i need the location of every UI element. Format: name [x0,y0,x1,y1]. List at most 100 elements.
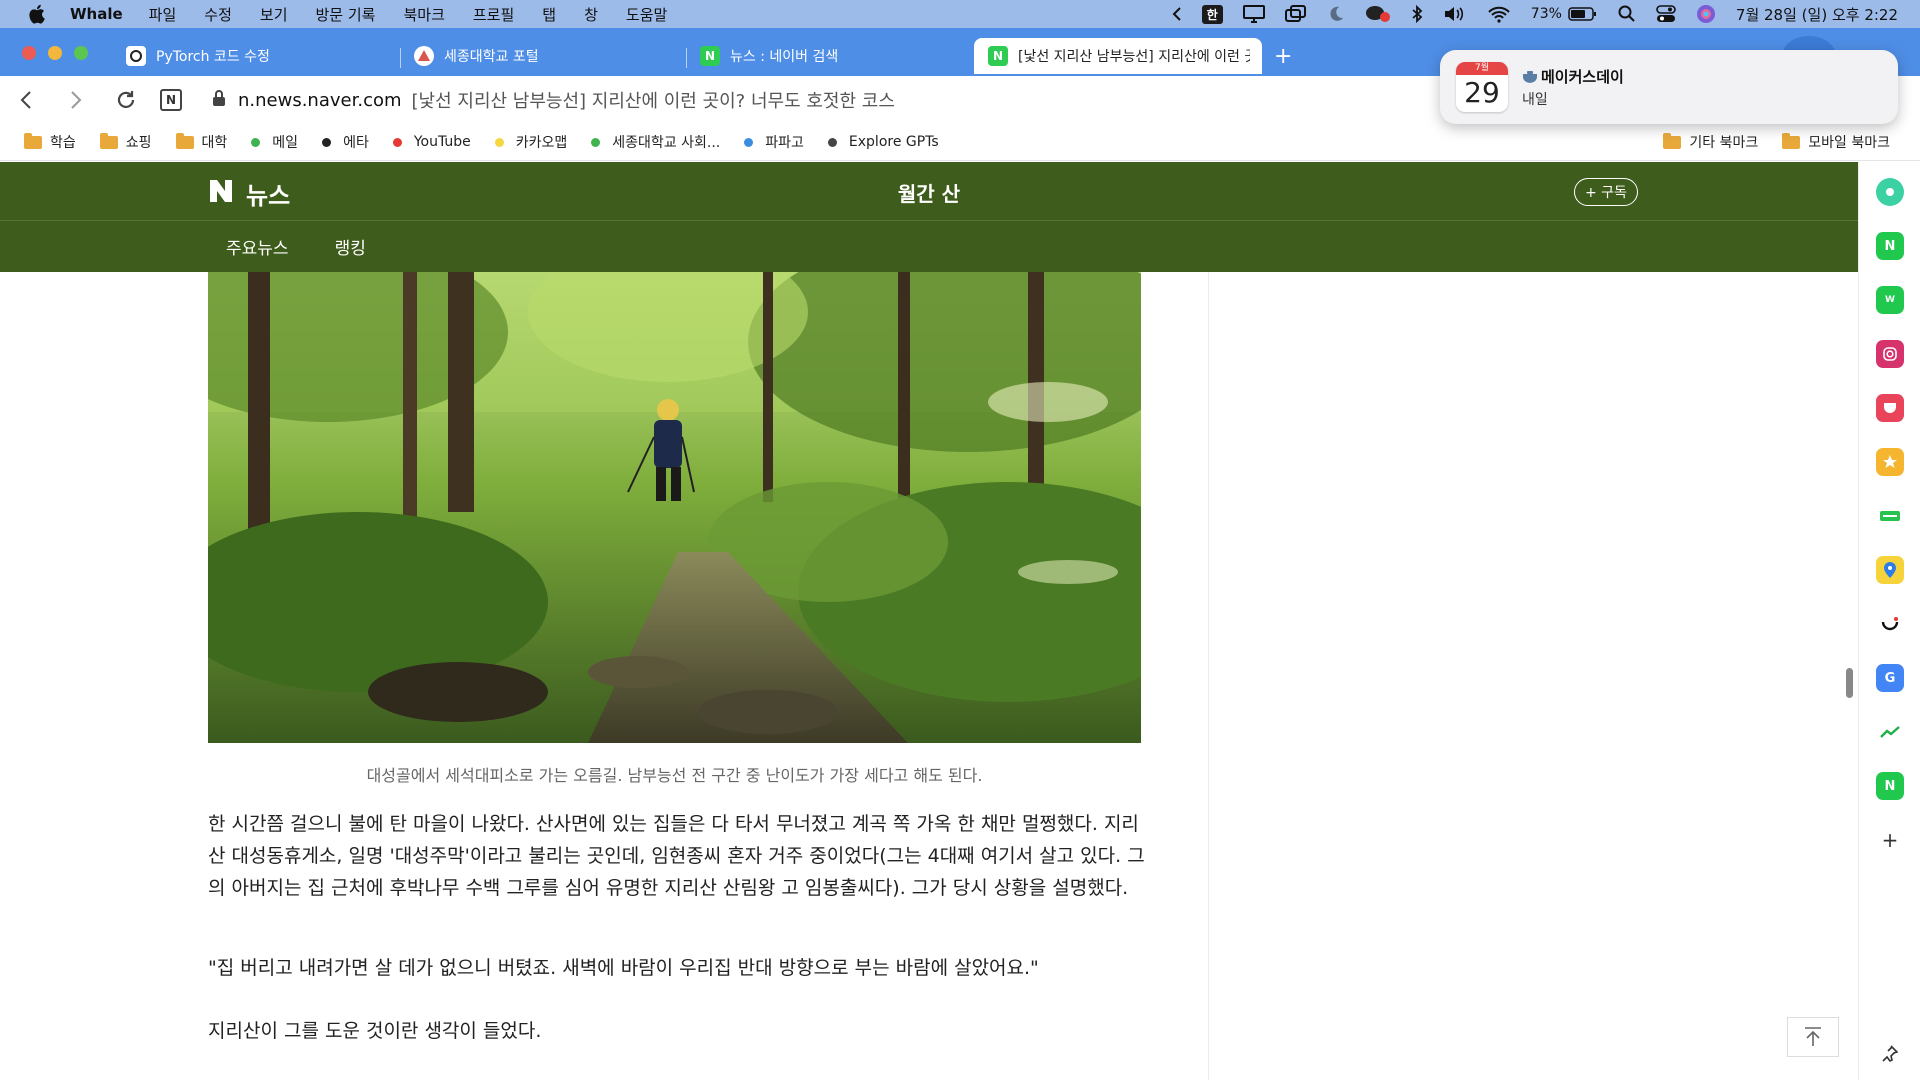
forward-button[interactable] [64,88,88,112]
menu-edit[interactable]: 수정 [204,4,232,25]
menu-bar: Whale 파일 수정 보기 방문 기록 북마크 프로필 탭 창 도움말 한 7… [0,0,1920,28]
pocket-icon[interactable] [1876,394,1904,422]
notification-title: 메이커스데이 [1522,66,1624,87]
bookmark-label: 기타 북마크 [1689,135,1759,151]
stock-chart-icon[interactable] [1876,718,1904,746]
naver-sidebar-icon[interactable]: N [1876,232,1904,260]
bookmark-label: 파파고 [765,135,804,151]
tab-naver-search[interactable]: N 뉴스 : 네이버 검색 [686,38,974,74]
app-name-menu[interactable]: Whale [70,5,123,23]
bookmark-shopping[interactable]: 쇼핑 [99,132,152,152]
bookmark-explore-gpts[interactable]: Explore GPTs [827,134,939,150]
folder-icon [24,132,42,149]
volume-icon[interactable] [1443,5,1467,23]
siri-icon[interactable] [1696,4,1716,24]
page-scrollbar[interactable] [1846,668,1853,698]
bookmark-papago[interactable]: 파파고 [744,132,804,152]
whale-sidebar: N W G N + [1858,162,1920,1080]
map-pin-icon[interactable] [1876,556,1904,584]
pin-icon[interactable] [1876,1040,1904,1068]
reload-button[interactable] [114,88,138,112]
bookmark-sejong-social[interactable]: 세종대학교 사회... [591,132,720,152]
zoom-window-button[interactable] [74,46,88,60]
kakaomap-favicon-icon [494,137,504,147]
windows-icon[interactable] [1284,5,1307,23]
subnav-main-news[interactable]: 주요뉴스 [226,234,289,259]
tab-pytorch[interactable]: PyTorch 코드 수정 [112,38,400,74]
control-center-icon[interactable] [1656,5,1676,23]
menu-bookmarks[interactable]: 북마크 [403,4,444,25]
bookmark-other[interactable]: 기타 북마크 [1663,132,1758,152]
arrow-up-icon [1805,1027,1821,1046]
site-subnav: 주요뉴스 랭킹 [226,234,412,259]
chat-notification-icon[interactable] [1365,4,1391,24]
webtoon-icon[interactable]: W [1876,286,1904,314]
menubar-clock[interactable]: 7월 28일 (일) 오후 2:22 [1736,4,1898,25]
article-quote: "집 버리고 내려가면 살 데가 없으니 버텼죠. 새벽에 바람이 우리집 반대… [208,957,1039,979]
photo-caption: 대성골에서 세석대피소로 가는 오름길. 남부능선 전 구간 중 난이도가 가장… [366,766,983,785]
url-page-title: [낯선 지리산 남부능선] 지리산에 이런 곳이? 너무도 호젓한 코스 [411,91,895,112]
bookmark-mobile[interactable]: 모바일 북마크 [1782,132,1890,152]
bookmark-label: Explore GPTs [848,134,939,150]
bookmark-everytime[interactable]: 에타 [322,132,369,152]
wifi-icon[interactable] [1487,5,1511,23]
bookmark-university[interactable]: 대학 [175,132,227,152]
search-icon[interactable] [1618,5,1636,23]
menu-profile[interactable]: 프로필 [473,4,514,25]
sejong-icon [414,46,434,66]
instagram-icon[interactable] [1876,340,1904,368]
menu-help[interactable]: 도움말 [626,4,667,25]
back-button[interactable] [14,88,38,112]
add-sidebar-item-icon[interactable]: + [1876,826,1904,854]
moon-icon[interactable] [1327,5,1345,23]
window-controls [22,46,100,60]
subnav-ranking[interactable]: 랭킹 [335,234,366,259]
menu-window[interactable]: 창 [584,4,598,25]
tab-article-active[interactable]: N [낯선 지리산 남부능선] 지리산에 이런 곳이? 너무도 호젓한 코스 [974,38,1262,74]
bookmark-label: 메일 [272,135,299,151]
naver-home-button[interactable]: N [160,89,182,111]
star-favorites-icon[interactable] [1876,448,1904,476]
bookmark-mail[interactable]: 메일 [251,132,298,152]
apple-menu-icon[interactable] [28,4,48,24]
address-bar[interactable]: n.news.naver.com [낯선 지리산 남부능선] 지리산에 이런 곳… [212,87,895,113]
display-icon[interactable] [1242,5,1265,23]
minimize-window-button[interactable] [48,46,62,60]
bookmark-kakaomap[interactable]: 카카오맵 [494,132,567,152]
chevron-left-icon[interactable] [1172,6,1182,22]
close-window-button[interactable] [22,46,36,60]
menu-file[interactable]: 파일 [149,4,177,25]
battery-percent: 73% [1530,6,1562,22]
tab-title: 세종대학교 포털 [444,49,539,65]
smile-icon[interactable] [1876,610,1904,638]
tab-title: 뉴스 : 네이버 검색 [730,49,839,65]
scroll-to-top-button[interactable] [1787,1017,1839,1057]
whale-space-icon[interactable] [1876,178,1904,206]
mail-favicon-icon [251,137,261,147]
wallet-icon[interactable] [1876,502,1904,530]
article-photo-forest-trail [208,272,1141,743]
tab-title: [낯선 지리산 남부능선] 지리산에 이런 곳이? 너무도 호젓한 코스 [1018,49,1250,65]
calendar-notification[interactable]: 7월 29 메이커스데이 내일 [1440,50,1898,124]
bookmark-label: 쇼핑 [125,135,152,151]
chatgpt-icon [126,46,146,66]
translate-icon[interactable]: G [1876,664,1904,692]
menu-view[interactable]: 보기 [260,4,288,25]
naver-shopping-icon[interactable]: N [1876,772,1904,800]
battery-icon[interactable] [1568,6,1598,22]
notification-title-text: 메이커스데이 [1541,67,1624,86]
bookmark-study[interactable]: 학습 [24,132,76,152]
pot-emoji-icon [1523,70,1537,83]
bookmark-youtube[interactable]: YouTube [392,134,471,150]
url-host: n.news.naver.com [238,89,402,111]
new-tab-button[interactable]: + [1274,44,1292,69]
menu-history[interactable]: 방문 기록 [316,4,376,25]
article-body: 대성골에서 세석대피소로 가는 오름길. 남부능선 전 구간 중 난이도가 가장… [0,272,1858,1080]
tab-sejong-portal[interactable]: 세종대학교 포털 [400,38,686,74]
menu-tab[interactable]: 탭 [542,4,556,25]
site-header: 뉴스 월간 산 + 구독 주요뉴스 랭킹 [0,162,1858,272]
calendar-month: 7월 [1456,62,1508,75]
input-method-indicator[interactable]: 한 [1201,4,1223,24]
subscribe-button[interactable]: + 구독 [1574,178,1638,206]
bluetooth-icon[interactable] [1411,5,1423,23]
